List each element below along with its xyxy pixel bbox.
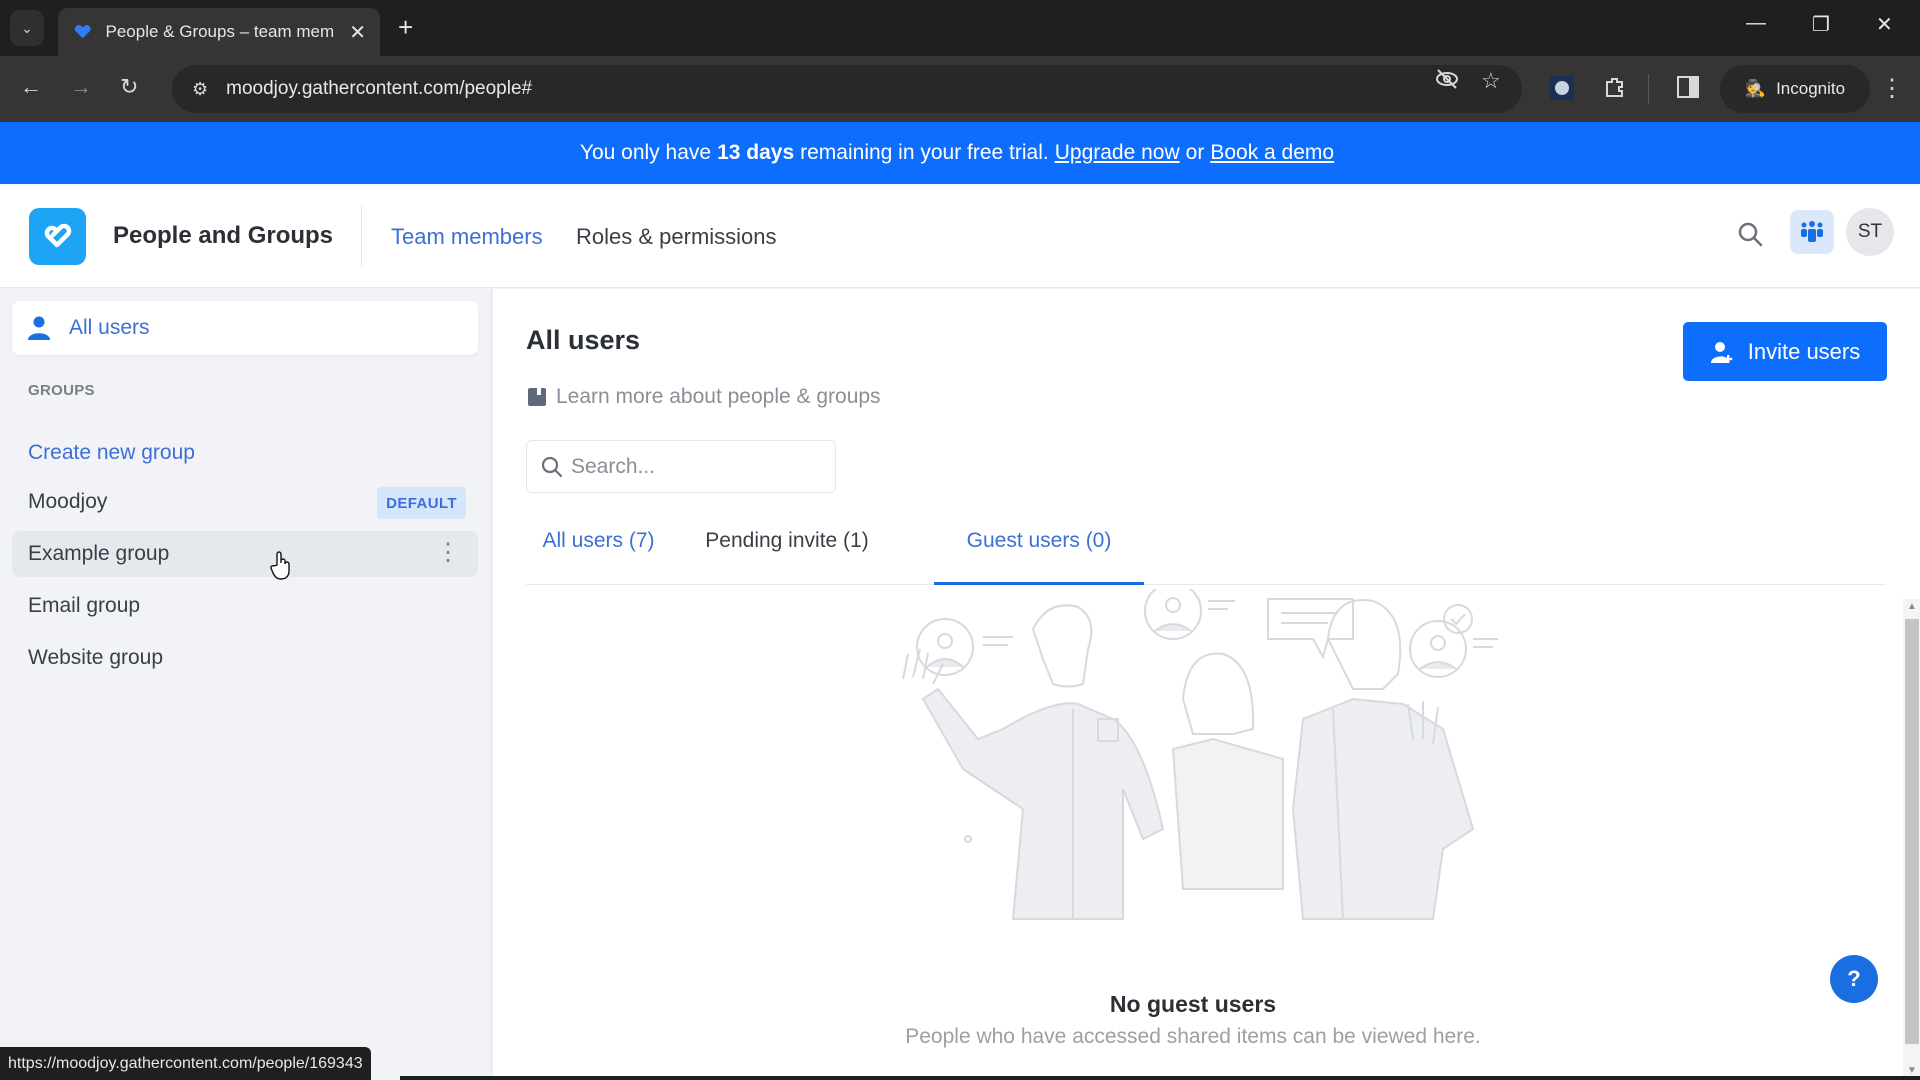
avatar-bubble-right	[1409, 604, 1498, 678]
all-users-label: All users	[69, 316, 150, 339]
trial-banner: You only have 13 days remaining in your …	[0, 122, 1920, 184]
user-tabs: All users (7) Pending invite (1) Guest u…	[526, 519, 1886, 585]
nav-roles-permissions[interactable]: Roles & permissions	[576, 224, 777, 250]
nav-team-members[interactable]: Team members	[391, 224, 543, 250]
empty-state-description: People who have accessed shared items ca…	[905, 1025, 1481, 1048]
toolbar-divider	[1648, 74, 1649, 104]
user-plus-icon	[1710, 341, 1732, 363]
bookmark-star-icon[interactable]: ☆	[1481, 68, 1501, 94]
people-groups-button[interactable]	[1790, 210, 1834, 254]
incognito-indicator[interactable]: 🕵 Incognito	[1720, 65, 1870, 113]
extensions-puzzle-icon[interactable]	[1603, 76, 1627, 105]
extension-icon[interactable]	[1550, 76, 1574, 105]
scroll-thumb[interactable]	[1905, 619, 1919, 1044]
sidebar-group-example[interactable]: Example group ⋮	[12, 531, 478, 577]
app-title: People and Groups	[113, 222, 334, 249]
back-icon[interactable]: ←	[20, 74, 42, 100]
browser-tabstrip: ⌄ People & Groups – team memb ✕ + — ❐ ✕	[0, 0, 1920, 56]
help-button[interactable]: ?	[1830, 955, 1878, 1003]
avatar-bubble-left	[916, 618, 1013, 676]
content-scrollbar[interactable]: ▲ ▼	[1903, 599, 1920, 1080]
forward-icon[interactable]: →	[70, 74, 92, 100]
user-icon	[28, 316, 50, 340]
search-input[interactable]	[571, 454, 811, 479]
browser-menu-icon[interactable]: ⋮	[1880, 74, 1904, 103]
app-logo[interactable]	[29, 208, 86, 265]
browser-tab[interactable]: People & Groups – team memb ✕	[58, 8, 380, 56]
group-name: Website group	[28, 646, 164, 669]
sidebar: All users GROUPS Create new group Moodjo…	[0, 289, 492, 1080]
group-name: Example group	[28, 542, 170, 565]
eye-off-icon[interactable]	[1434, 68, 1460, 96]
reload-icon[interactable]: ↻	[120, 74, 138, 100]
close-tab-icon[interactable]: ✕	[349, 20, 366, 45]
hand-cursor-icon	[270, 551, 294, 588]
groups-heading: GROUPS	[28, 382, 95, 399]
scroll-up-icon[interactable]: ▲	[1907, 601, 1917, 612]
header-divider	[361, 206, 362, 266]
empty-state-illustration	[902, 589, 1498, 920]
sidebar-group-website[interactable]: Website group	[12, 635, 478, 681]
restore-icon[interactable]: ❐	[1812, 12, 1830, 37]
tab-guest-users[interactable]: Guest users (0)	[934, 519, 1144, 585]
new-tab-icon[interactable]: +	[398, 12, 413, 43]
tab-all-users[interactable]: All users (7)	[526, 519, 671, 585]
gathercontent-favicon-icon	[74, 25, 91, 39]
group-name: Email group	[28, 594, 141, 617]
sidebar-group-email[interactable]: Email group	[12, 583, 478, 629]
learn-more-label: Learn more about people & groups	[556, 385, 881, 408]
person-middle	[1171, 652, 1284, 890]
close-window-icon[interactable]: ✕	[1876, 12, 1893, 37]
url-text[interactable]: moodjoy.gathercontent.com/people#	[226, 78, 532, 100]
person-right	[1291, 599, 1475, 920]
incognito-icon: 🕵	[1744, 79, 1767, 98]
empty-state-title: No guest users	[1109, 991, 1277, 1017]
tab-search-button[interactable]: ⌄	[10, 10, 44, 46]
learn-more-link[interactable]: Learn more about people & groups	[526, 385, 881, 409]
group-name: Moodjoy	[28, 490, 108, 513]
trial-or: or	[1185, 141, 1205, 164]
invite-users-label: Invite users	[1747, 338, 1861, 364]
bottom-edge	[400, 1076, 1920, 1080]
invite-users-button[interactable]: Invite users	[1683, 322, 1887, 381]
person-left	[902, 604, 1165, 920]
scroll-down-icon[interactable]: ▼	[1907, 1065, 1917, 1076]
incognito-label: Incognito	[1776, 79, 1846, 98]
people-group-icon	[1801, 221, 1823, 242]
header-search-icon[interactable]	[1737, 221, 1763, 252]
link-status-url: https://moodjoy.gathercontent.com/people…	[0, 1047, 371, 1080]
tab-title: People & Groups – team memb	[105, 22, 336, 41]
avatar-bubble-center	[1144, 589, 1235, 640]
main-content: All users Invite users Learn more about …	[493, 289, 1920, 1080]
side-panel-icon[interactable]	[1677, 76, 1699, 103]
chevron-down-icon: ⌄	[21, 19, 33, 36]
sidebar-group-moodjoy[interactable]: Moodjoy DEFAULT	[12, 479, 478, 525]
book-icon	[528, 388, 546, 406]
page-title: All users	[526, 325, 641, 355]
search-icon	[541, 456, 563, 477]
minimize-icon[interactable]: —	[1746, 12, 1766, 35]
app-header: People and Groups Team members Roles & p…	[0, 184, 1920, 288]
address-bar[interactable]: ⚙ moodjoy.gathercontent.com/people#	[172, 65, 1522, 113]
trial-text-suffix: remaining in your free trial.	[800, 141, 1049, 164]
tab-pending-invite[interactable]: Pending invite (1)	[687, 519, 887, 585]
trial-text-prefix: You only have	[579, 141, 712, 164]
user-avatar[interactable]: ST	[1846, 208, 1894, 256]
site-info-icon[interactable]: ⚙	[192, 79, 208, 100]
sidebar-all-users[interactable]: All users	[12, 301, 478, 355]
search-field[interactable]	[526, 440, 836, 493]
heart-logo-icon	[44, 223, 71, 247]
create-new-group-link[interactable]: Create new group	[28, 441, 195, 465]
upgrade-now-link[interactable]: Upgrade now	[1055, 141, 1180, 165]
browser-toolbar: ← → ↻ ⚙ moodjoy.gathercontent.com/people…	[0, 56, 1920, 122]
default-badge: DEFAULT	[377, 487, 466, 519]
more-options-icon[interactable]: ⋮	[436, 539, 460, 567]
book-demo-link[interactable]: Book a demo	[1210, 141, 1334, 165]
trial-days: 13 days	[717, 141, 795, 164]
